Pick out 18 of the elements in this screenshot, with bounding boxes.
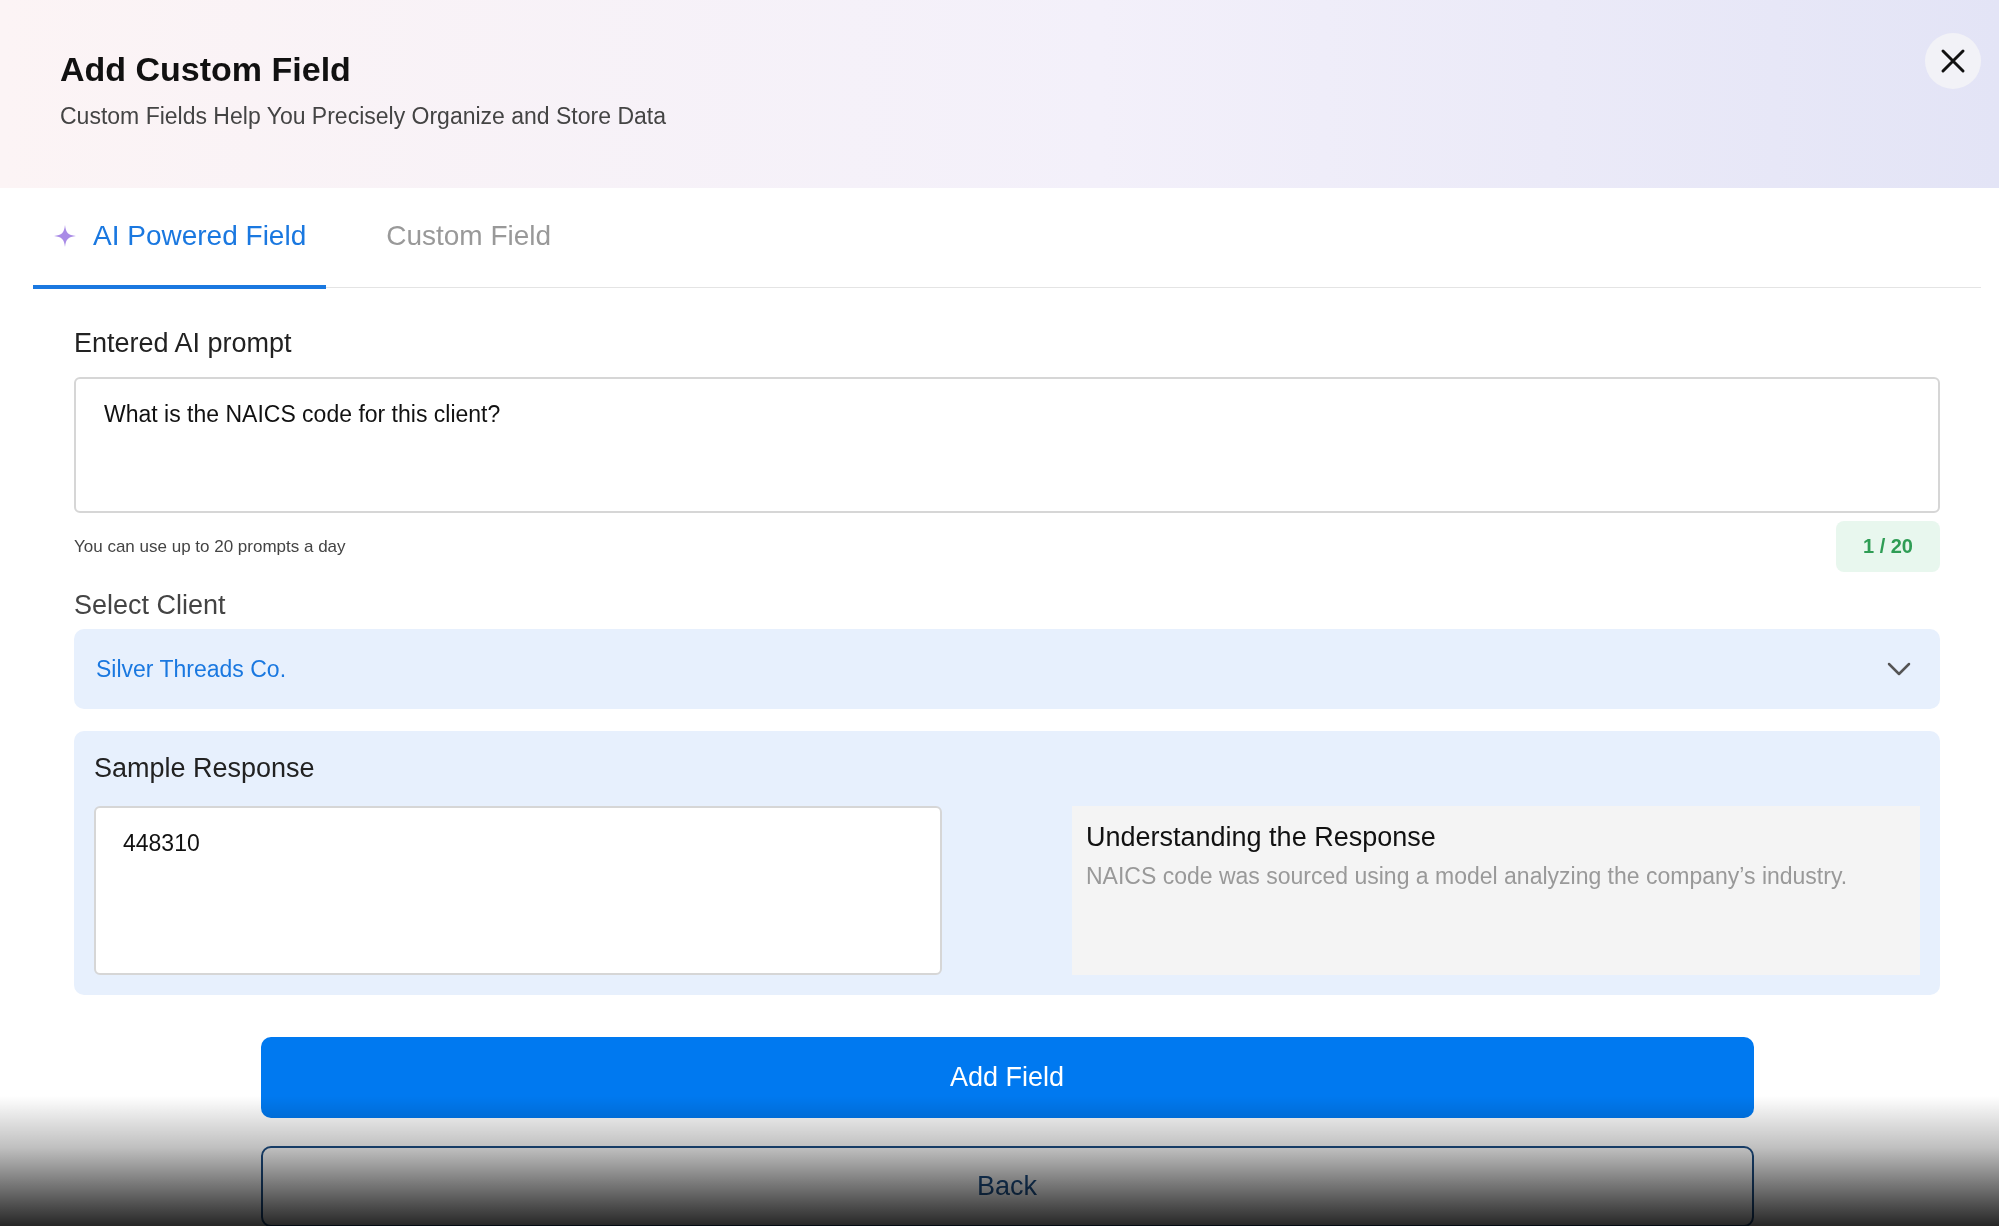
info-text: NAICS code was sourced using a model analyzing the company’s industry. — [1086, 862, 1849, 891]
dialog-title: Add Custom Field — [60, 50, 352, 89]
section-title: Sample Response — [94, 753, 316, 784]
add-field-button[interactable]: Add Field — [260, 1037, 1754, 1118]
prompt-field[interactable]: What is the NAICS code for this client? — [74, 377, 1940, 513]
field-label: Select Client — [74, 590, 227, 621]
field-label: Entered AI prompt — [74, 328, 293, 359]
chevron-down-icon — [1886, 661, 1912, 677]
tab[interactable]: Custom Field — [366, 188, 572, 289]
client-dropdown[interactable]: Silver Threads Co. — [74, 629, 1940, 709]
tab[interactable]: AI Powered Field — [33, 188, 327, 289]
hint-text: You can use up to 20 prompts a day — [74, 536, 346, 557]
info-title: Understanding the Response — [1086, 822, 1437, 853]
prompt-counter: 1 / 20 — [1835, 521, 1940, 572]
response-field[interactable]: 448310 — [94, 806, 942, 975]
close-icon — [1940, 48, 1966, 74]
back-button[interactable]: Back — [260, 1146, 1754, 1226]
dialog-subtitle: Custom Fields Help You Precisely Organize and Store Data — [60, 103, 667, 130]
